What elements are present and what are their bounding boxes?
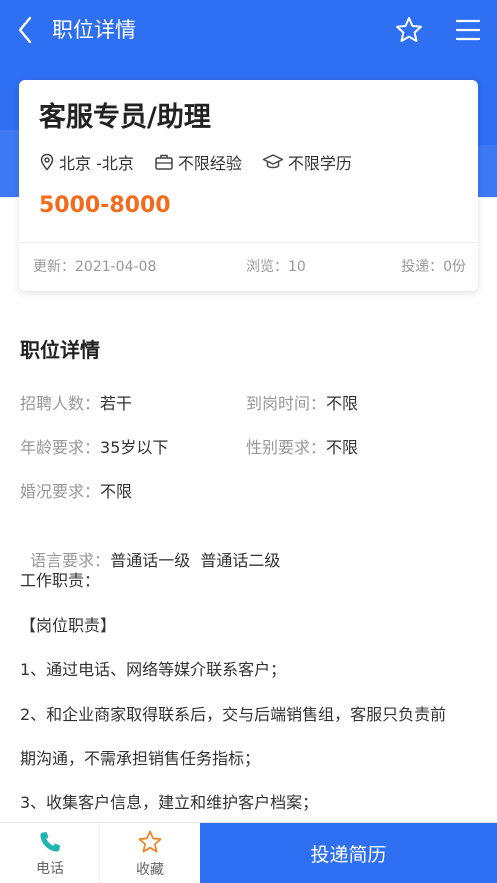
application-count: 投递：0份	[401, 259, 466, 275]
bottom-action-bar: 电话 收藏 投递简历	[0, 822, 497, 883]
salary: 5000-8000	[39, 193, 171, 218]
phone-button[interactable]: 电话	[0, 823, 100, 883]
navigation-bar: 职位详情	[0, 0, 497, 60]
briefcase-icon	[155, 154, 173, 170]
page-title: 职位详情	[52, 18, 136, 42]
back-button[interactable]	[10, 12, 40, 48]
body-line: 【岗位职责】	[20, 616, 117, 635]
field-start-time: 到岗时间：不限	[246, 394, 359, 413]
phone-icon	[40, 831, 60, 852]
location-text: 北京 -北京	[59, 154, 134, 173]
field-headcount: 招聘人数：若干	[20, 394, 133, 413]
location-pin-icon	[40, 153, 54, 171]
field-marital: 婚况要求：不限	[20, 482, 133, 501]
education-text: 不限学历	[287, 154, 352, 173]
star-outline-icon	[138, 830, 162, 852]
apply-resume-button[interactable]: 投递简历	[200, 823, 497, 883]
body-line: 3、收集客户信息，建立和维护客户档案；	[20, 793, 319, 812]
graduation-cap-icon	[262, 154, 284, 169]
education-meta: 不限学历	[262, 150, 352, 174]
view-count: 浏览：10	[246, 259, 306, 275]
experience-text: 不限经验	[177, 154, 242, 173]
section-title: 职位详情	[20, 338, 100, 362]
favorite-header-button[interactable]	[393, 14, 425, 46]
favorite-button[interactable]: 收藏	[100, 823, 200, 883]
experience-meta: 不限经验	[154, 150, 242, 174]
star-outline-icon	[396, 17, 422, 42]
body-line: 期沟通，不需承担销售任务指标；	[20, 749, 261, 768]
field-age: 年龄要求：35岁以下	[20, 438, 169, 457]
phone-label: 电话	[36, 860, 64, 877]
hamburger-menu-icon	[455, 19, 481, 41]
menu-button[interactable]	[452, 14, 484, 46]
card-divider	[19, 242, 478, 243]
favorite-label: 收藏	[136, 861, 164, 878]
job-summary-card: 客服专员/助理 北京 -北京 不限经验 不限学历 5000-8000 更新：20…	[19, 80, 478, 291]
chevron-left-icon	[18, 16, 32, 44]
body-line: 工作职责：	[20, 571, 101, 590]
job-title: 客服专员/助理	[39, 102, 211, 133]
location-meta: 北京 -北京	[39, 150, 134, 174]
body-line: 2、和企业商家取得联系后，交与后端销售组，客服只负责前	[20, 705, 447, 724]
body-line: 1、通过电话、网络等媒介联系客户；	[20, 660, 287, 679]
job-meta: 北京 -北京 不限经验 不限学历	[39, 150, 372, 174]
field-language: 语言要求：普通话一级 普通话二级	[30, 551, 281, 570]
updated-date: 更新：2021-04-08	[33, 259, 157, 275]
field-gender: 性别要求：不限	[246, 438, 359, 457]
card-footer: 更新：2021-04-08 浏览：10 投递：0份	[33, 256, 466, 278]
